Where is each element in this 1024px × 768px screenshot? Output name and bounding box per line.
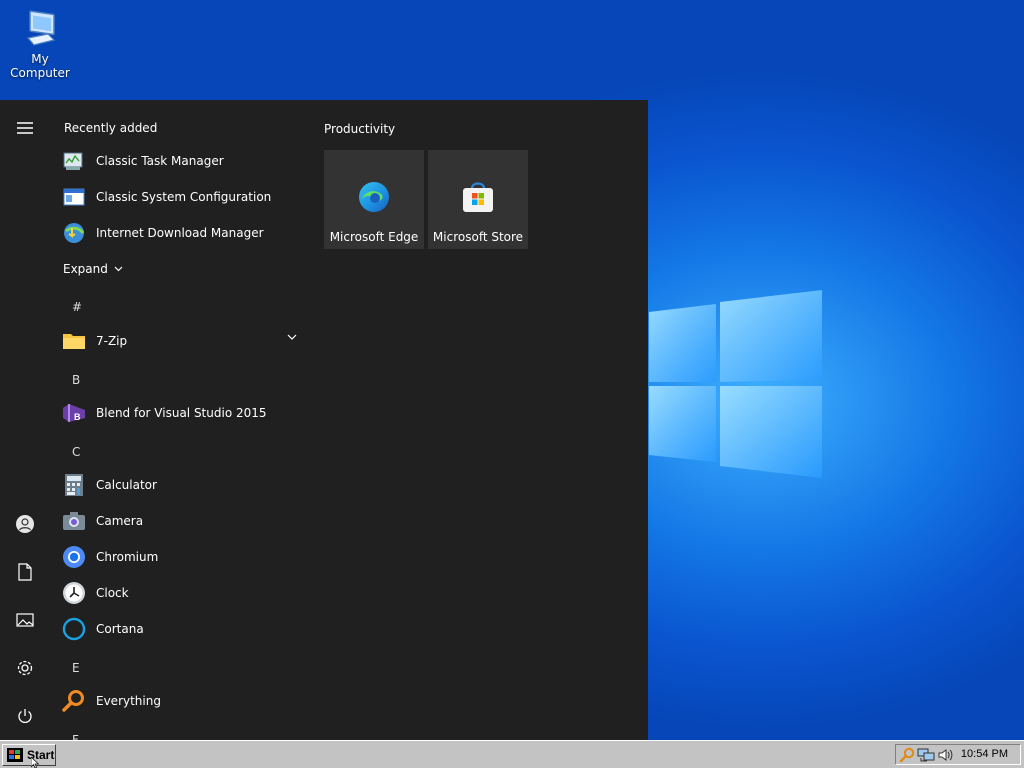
idm-icon (60, 219, 88, 247)
app-name: Everything (96, 694, 161, 708)
everything-icon (60, 687, 88, 715)
system-config-icon (60, 183, 88, 211)
chromium-icon (60, 543, 88, 571)
tiles-area: Productivity Microsoft Edge Microsoft St… (310, 100, 648, 740)
store-icon (461, 180, 495, 214)
system-tray: 10:54 PM (895, 744, 1021, 765)
pictures-icon (16, 613, 34, 627)
desktop-icon-my-computer[interactable]: My Computer (0, 8, 80, 80)
documents-icon (18, 563, 32, 581)
calculator-icon (60, 471, 88, 499)
camera-icon (60, 507, 88, 535)
start-button[interactable]: Start (2, 744, 56, 766)
taskbar: Start 10:54 PM (0, 740, 1024, 768)
app-7-zip[interactable]: 7-Zip (60, 324, 310, 358)
app-everything[interactable]: Everything (60, 684, 310, 718)
chevron-down-icon[interactable] (287, 334, 297, 340)
folder-icon (60, 327, 88, 355)
letter-header-f[interactable]: F (72, 733, 79, 740)
volume-icon[interactable] (937, 747, 953, 763)
search-icon[interactable] (899, 747, 915, 763)
blend-icon: B (60, 399, 88, 427)
pictures-button[interactable] (0, 600, 50, 640)
letter-header-b[interactable]: B (72, 373, 80, 387)
taskbar-clock[interactable]: 10:54 PM (961, 748, 1008, 760)
tile-microsoft-edge[interactable]: Microsoft Edge (324, 150, 424, 249)
app-list: Recently added Classic Task Manager Clas… (50, 100, 310, 740)
app-chromium[interactable]: Chromium (60, 540, 310, 574)
hamburger-menu-button[interactable] (0, 108, 50, 148)
tile-group-heading: Productivity (324, 122, 396, 136)
app-classic-system-configuration[interactable]: Classic System Configuration (60, 180, 310, 214)
clock-icon (60, 579, 88, 607)
recently-added-heading: Recently added (64, 121, 158, 135)
app-cortana[interactable]: Cortana (60, 612, 310, 646)
start-rail (0, 100, 50, 740)
settings-icon (17, 660, 33, 676)
app-clock[interactable]: Clock (60, 576, 310, 610)
chevron-down-icon (114, 266, 123, 272)
desktop-icon-label: My Computer (10, 52, 70, 80)
letter-header-e[interactable]: E (72, 661, 80, 675)
user-icon (16, 515, 34, 533)
app-calculator[interactable]: Calculator (60, 468, 310, 502)
tile-microsoft-store[interactable]: Microsoft Store (428, 150, 528, 249)
app-name: 7-Zip (96, 334, 128, 348)
start-logo-icon (7, 748, 23, 762)
letter-header-c[interactable]: C (72, 445, 80, 459)
documents-button[interactable] (0, 552, 50, 592)
user-account-button[interactable] (0, 504, 50, 544)
letter-header-hash[interactable]: # (72, 300, 82, 314)
app-name: Clock (96, 586, 129, 600)
computer-icon (26, 10, 56, 46)
edge-icon (357, 180, 391, 214)
svg-text:B: B (74, 412, 81, 422)
mouse-cursor-icon (31, 757, 40, 768)
app-name: Blend for Visual Studio 2015 (96, 406, 267, 420)
hamburger-icon (17, 122, 33, 134)
app-name: Internet Download Manager (96, 226, 264, 240)
app-name: Classic Task Manager (96, 154, 224, 168)
expand-button[interactable]: Expand (63, 262, 123, 276)
expand-label: Expand (63, 262, 108, 276)
app-name: Classic System Configuration (96, 190, 272, 204)
app-internet-download-manager[interactable]: Internet Download Manager (60, 216, 310, 250)
cortana-icon (60, 615, 88, 643)
app-name: Camera (96, 514, 144, 528)
app-blend-visual-studio[interactable]: B Blend for Visual Studio 2015 (60, 396, 310, 430)
app-classic-task-manager[interactable]: Classic Task Manager (60, 144, 310, 178)
power-button[interactable] (0, 696, 50, 736)
app-camera[interactable]: Camera (60, 504, 310, 538)
app-name: Chromium (96, 550, 159, 564)
app-name: Cortana (96, 622, 144, 636)
settings-button[interactable] (0, 648, 50, 688)
tile-label: Microsoft Store (432, 230, 524, 244)
power-icon (18, 709, 32, 723)
app-name: Calculator (96, 478, 157, 492)
task-manager-icon (60, 147, 88, 175)
tile-label: Microsoft Edge (329, 230, 419, 244)
network-icon[interactable] (917, 747, 935, 763)
start-menu: Recently added Classic Task Manager Clas… (0, 100, 648, 740)
